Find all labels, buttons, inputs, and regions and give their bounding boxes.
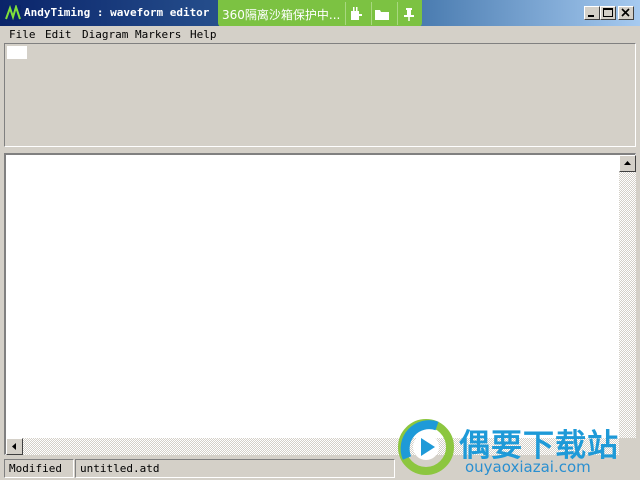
waveform-pane [4, 153, 636, 455]
window-title: AndyTiming : waveform editor [24, 6, 210, 19]
watermark-url: ouyaoxiazai.com [465, 458, 591, 476]
maximize-icon [603, 8, 613, 17]
sandbox-status-text: 360隔离沙箱保护中... [222, 8, 341, 22]
menu-bar: File Edit Diagram Markers Help [0, 26, 640, 44]
menu-markers[interactable]: Markers [135, 26, 181, 44]
scroll-left-button[interactable] [6, 438, 23, 455]
watermark: 偶要下载站 ouyaoxiazai.com [393, 414, 640, 480]
vertical-scrollbar[interactable] [619, 155, 636, 438]
minimize-button[interactable] [584, 6, 600, 20]
close-button[interactable] [618, 6, 634, 20]
header-pane[interactable] [4, 43, 636, 147]
status-modified: Modified [4, 459, 74, 478]
menu-help[interactable]: Help [190, 26, 217, 44]
maximize-button[interactable] [600, 6, 616, 20]
menu-file[interactable]: File [9, 26, 36, 44]
waveform-canvas[interactable] [6, 155, 618, 438]
watermark-logo-icon [398, 419, 454, 475]
header-cell[interactable] [7, 46, 27, 59]
sandbox-overlay: 360隔离沙箱保护中... [218, 0, 422, 27]
arrow-up-icon [624, 161, 631, 165]
close-icon [621, 8, 630, 17]
arrow-left-icon [12, 443, 16, 450]
status-filename: untitled.atd [75, 459, 395, 478]
scroll-up-button[interactable] [619, 155, 636, 172]
menu-diagram[interactable]: Diagram [82, 26, 128, 44]
pin-icon[interactable] [401, 6, 417, 22]
menu-edit[interactable]: Edit [45, 26, 72, 44]
folder-icon[interactable] [374, 6, 390, 22]
minimize-icon [588, 15, 594, 17]
app-icon [5, 5, 21, 21]
plug-icon[interactable] [348, 6, 364, 22]
